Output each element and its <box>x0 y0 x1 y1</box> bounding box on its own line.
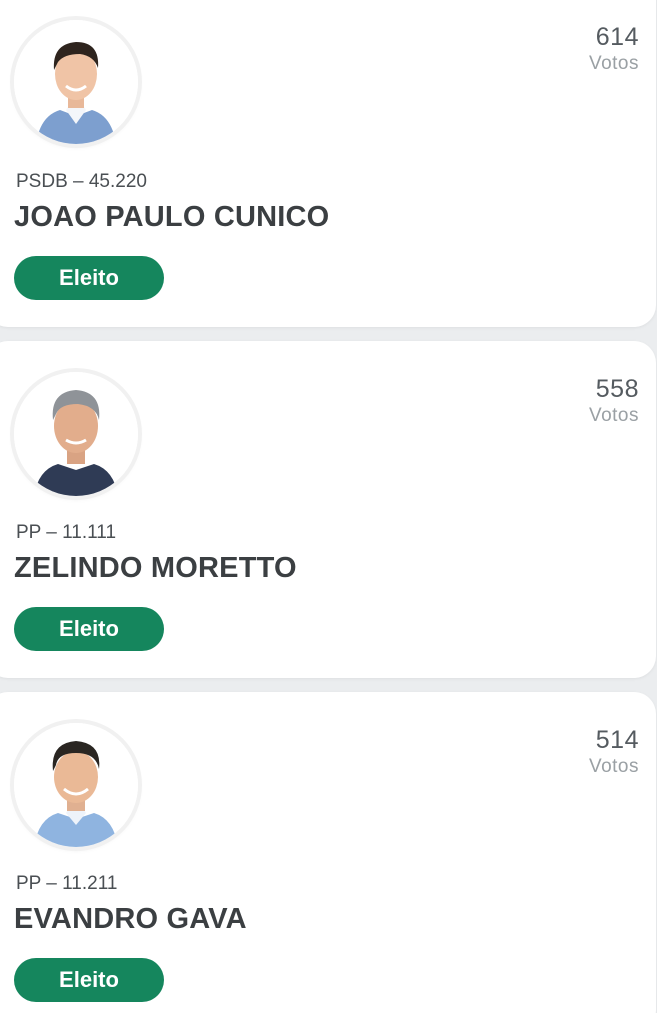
candidate-photo <box>14 372 138 496</box>
candidate-list: 614 Votos PSDB – 45.220 JOAO PAULO CUNIC… <box>0 0 657 1013</box>
party-number: PSDB – 45.220 <box>16 171 147 192</box>
candidate-name: ZELINDO MORETTO <box>14 552 297 584</box>
votes-label: Votos <box>588 53 639 74</box>
candidate-card[interactable]: 614 Votos PSDB – 45.220 JOAO PAULO CUNIC… <box>0 0 656 327</box>
candidate-card[interactable]: 514 Votos PP – 11.211 EVANDRO GAVA Eleit… <box>0 692 656 1013</box>
candidate-name: EVANDRO GAVA <box>14 903 247 935</box>
vote-count: 614 Votos <box>589 22 639 76</box>
vote-count: 558 Votos <box>589 374 639 428</box>
votes-label: Votos <box>588 405 639 426</box>
candidate-photo <box>14 723 138 847</box>
vote-count: 514 Votos <box>589 725 639 779</box>
candidate-card[interactable]: 558 Votos PP – 11.111 ZELINDO MORETTO El… <box>0 341 656 678</box>
votes-label: Votos <box>588 756 639 777</box>
candidate-photo <box>14 20 138 144</box>
votes-number: 614 <box>595 23 639 51</box>
votes-number: 514 <box>595 726 639 754</box>
elected-badge: Eleito <box>14 256 164 300</box>
elected-badge: Eleito <box>14 607 164 651</box>
elected-badge: Eleito <box>14 958 164 1002</box>
votes-number: 558 <box>595 375 639 403</box>
candidate-name: JOAO PAULO CUNICO <box>14 201 330 233</box>
party-number: PP – 11.211 <box>16 873 118 894</box>
party-number: PP – 11.111 <box>16 522 117 543</box>
